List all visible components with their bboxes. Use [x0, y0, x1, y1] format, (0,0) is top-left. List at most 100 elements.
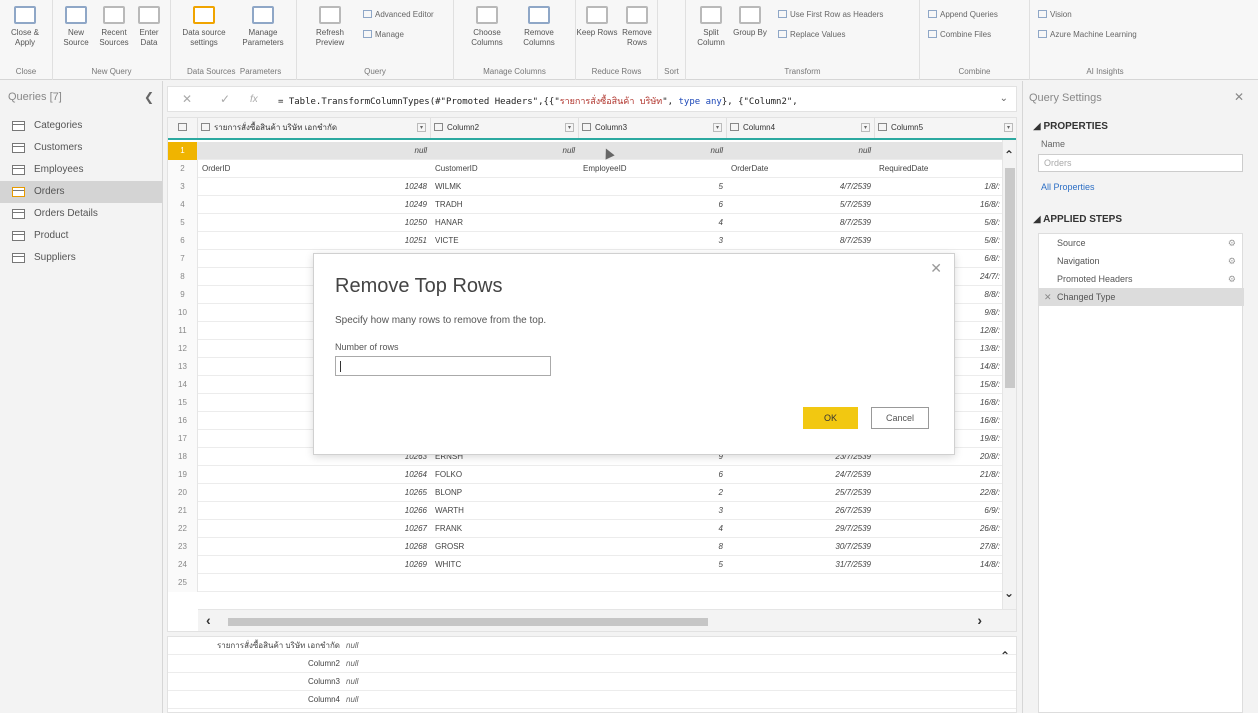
table-cell[interactable]: OrderDate — [731, 160, 875, 178]
collapse-left-icon[interactable]: ❮ — [144, 90, 154, 104]
row-number[interactable]: 16 — [168, 412, 198, 430]
manage-button[interactable]: Manage — [363, 30, 404, 39]
scroll-right-icon[interactable]: › — [977, 612, 982, 628]
row-number[interactable]: 22 — [168, 520, 198, 538]
table-cell[interactable]: WILMK — [435, 178, 579, 196]
scroll-left-icon[interactable]: ‹ — [206, 612, 211, 628]
query-item[interactable]: Customers — [0, 137, 162, 159]
row-number[interactable]: 13 — [168, 358, 198, 376]
filter-dropdown-icon[interactable]: ▾ — [1004, 123, 1013, 132]
table-cell[interactable]: 30/7/2539 — [727, 538, 875, 556]
table-cell[interactable]: 25/7/2539 — [727, 484, 875, 502]
properties-heading[interactable]: ◢ PROPERTIES — [1033, 121, 1108, 132]
table-cell[interactable]: 10250 — [198, 214, 431, 232]
table-cell[interactable]: 10267 — [198, 520, 431, 538]
table-cell[interactable]: 10269 — [198, 556, 431, 574]
number-of-rows-input[interactable] — [335, 356, 551, 376]
gear-icon[interactable]: ⚙ — [1228, 270, 1236, 288]
horizontal-scrollbar[interactable]: ‹ › — [198, 609, 1016, 631]
table-cell[interactable]: 8 — [579, 538, 727, 556]
table-cell[interactable]: 1/8/: — [875, 178, 1004, 196]
table-cell[interactable]: 14/8/: — [875, 556, 1004, 574]
use-first-row-button[interactable]: Use First Row as Headers — [778, 10, 883, 19]
horizontal-scroll-thumb[interactable] — [228, 618, 708, 626]
table-cell[interactable]: 10248 — [198, 178, 431, 196]
table-cell[interactable]: 10249 — [198, 196, 431, 214]
null-cell[interactable]: null — [198, 142, 431, 160]
query-item[interactable]: Categories — [0, 115, 162, 137]
table-cell[interactable]: 31/7/2539 — [727, 556, 875, 574]
vision-button[interactable]: Vision — [1038, 10, 1072, 19]
row-number[interactable]: 17 — [168, 430, 198, 448]
table-cell[interactable]: OrderID — [202, 160, 431, 178]
close-apply-button[interactable]: Close & Apply — [4, 6, 46, 48]
azure-ml-button[interactable]: Azure Machine Learning — [1038, 30, 1137, 39]
filter-dropdown-icon[interactable]: ▾ — [565, 123, 574, 132]
row-number[interactable]: 19 — [168, 466, 198, 484]
table-cell[interactable]: EmployeeID — [583, 160, 727, 178]
table-row[interactable]: 19 10264 FOLKO 6 24/7/2539 21/8/: — [168, 466, 1016, 484]
step-promoted-headers[interactable]: Promoted Headers ⚙ — [1039, 270, 1244, 288]
row-number[interactable]: 23 — [168, 538, 198, 556]
table-cell[interactable]: 27/8/: — [875, 538, 1004, 556]
cancel-formula-icon[interactable]: ✕ — [182, 92, 192, 106]
split-column-button[interactable]: Split Column — [690, 6, 732, 48]
table-cell[interactable]: 21/8/: — [875, 466, 1004, 484]
table-menu-icon[interactable] — [168, 118, 198, 138]
row-number[interactable]: 8 — [168, 268, 198, 286]
replace-values-button[interactable]: Replace Values — [778, 30, 845, 39]
table-row[interactable]: 5 10250 HANAR 4 8/7/2539 5/8/: — [168, 214, 1016, 232]
ok-button[interactable]: OK — [803, 407, 858, 429]
new-source-button[interactable]: New Source — [55, 6, 97, 48]
table-cell[interactable]: 5/8/: — [875, 232, 1004, 250]
table-cell[interactable]: WARTH — [435, 502, 579, 520]
table-cell[interactable]: 5 — [579, 556, 727, 574]
table-cell[interactable]: 6 — [579, 196, 727, 214]
column-header[interactable]: Column4 ▾ — [727, 118, 875, 138]
null-cell[interactable]: null — [431, 142, 579, 160]
column-header[interactable]: Column2 ▾ — [431, 118, 579, 138]
query-item[interactable]: Orders — [0, 181, 162, 203]
all-properties-link[interactable]: All Properties — [1041, 182, 1095, 192]
close-icon[interactable]: ✕ — [1234, 90, 1244, 104]
table-cell[interactable]: 16/8/: — [875, 196, 1004, 214]
table-cell[interactable]: 4 — [579, 214, 727, 232]
table-row[interactable]: 4 10249 TRADH 6 5/7/2539 16/8/: — [168, 196, 1016, 214]
query-item[interactable]: Orders Details — [0, 203, 162, 225]
table-row[interactable]: 2 OrderID CustomerID EmployeeID OrderDate Req… — [168, 160, 1016, 178]
refresh-preview-button[interactable]: Refresh Preview — [309, 6, 351, 48]
query-item[interactable]: Product — [0, 225, 162, 247]
column-header[interactable]: Column5 ▾ — [875, 118, 1016, 138]
table-cell[interactable] — [727, 574, 875, 592]
table-cell[interactable]: FRANK — [435, 520, 579, 538]
applied-steps-heading[interactable]: ◢ APPLIED STEPS — [1033, 214, 1122, 225]
table-cell[interactable]: 10251 — [198, 232, 431, 250]
manage-parameters-button[interactable]: Manage Parameters — [237, 6, 289, 48]
table-cell[interactable]: CustomerID — [435, 160, 579, 178]
gear-icon[interactable]: ⚙ — [1228, 234, 1236, 252]
table-cell[interactable]: BLONP — [435, 484, 579, 502]
table-cell[interactable]: 4 — [579, 520, 727, 538]
table-cell[interactable]: 26/8/: — [875, 520, 1004, 538]
row-number[interactable]: 1 — [168, 142, 198, 160]
row-number[interactable]: 25 — [168, 574, 198, 592]
table-cell[interactable]: 6/9/: — [875, 502, 1004, 520]
table-cell[interactable]: FOLKO — [435, 466, 579, 484]
table-cell[interactable] — [198, 574, 431, 592]
table-cell[interactable]: VICTE — [435, 232, 579, 250]
step-changed-type[interactable]: ✕ Changed Type — [1039, 288, 1244, 306]
table-cell[interactable] — [875, 574, 1004, 592]
filter-dropdown-icon[interactable]: ▾ — [417, 123, 426, 132]
table-row[interactable]: 6 10251 VICTE 3 8/7/2539 5/8/: — [168, 232, 1016, 250]
filter-dropdown-icon[interactable]: ▾ — [861, 123, 870, 132]
row-number[interactable]: 20 — [168, 484, 198, 502]
table-cell[interactable]: 24/7/2539 — [727, 466, 875, 484]
delete-step-icon[interactable]: ✕ — [1044, 288, 1052, 306]
table-row[interactable]: 20 10265 BLONP 2 25/7/2539 22/8/: — [168, 484, 1016, 502]
row-number[interactable]: 24 — [168, 556, 198, 574]
row-number[interactable]: 3 — [168, 178, 198, 196]
advanced-editor-button[interactable]: Advanced Editor — [363, 10, 434, 19]
table-cell[interactable]: 4/7/2539 — [727, 178, 875, 196]
row-number[interactable]: 12 — [168, 340, 198, 358]
keep-rows-button[interactable]: Keep Rows — [576, 6, 618, 38]
